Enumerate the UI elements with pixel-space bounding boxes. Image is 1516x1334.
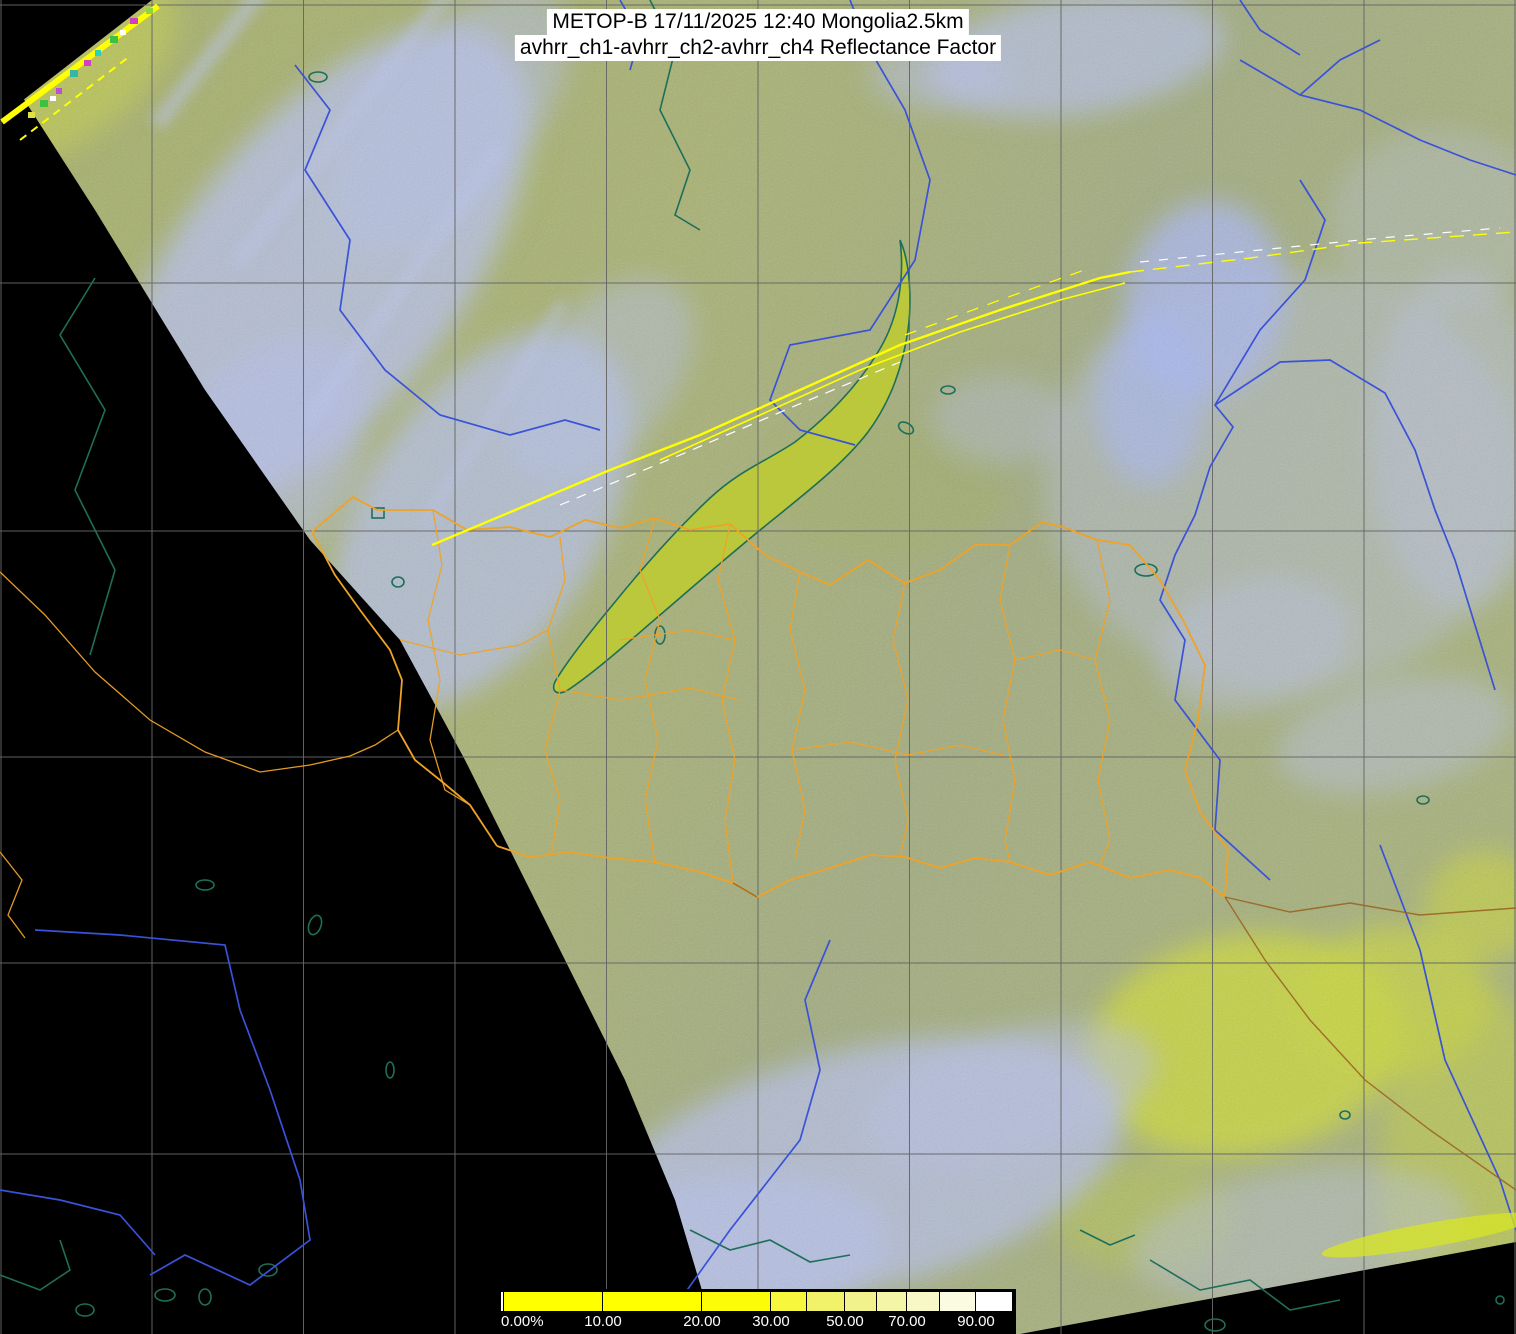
colorbar-tick-label: 20.00: [683, 1313, 721, 1330]
colorbar-tick-labels: 0.00% 10.00 20.00 30.00 50.00 70.00 90.00: [501, 1311, 1013, 1333]
colorbar-segment-20-30: [702, 1292, 771, 1311]
image-title-block: METOP-B 17/11/2025 12:40 Mongolia2.5km a…: [514, 9, 1002, 61]
colorbar-segment-60-70: [877, 1292, 907, 1311]
satellite-map-image: [0, 0, 1516, 1334]
colorbar-tick-label: 50.00: [826, 1313, 864, 1330]
colorbar-segment-80-90: [940, 1292, 976, 1311]
colorbar-segment-40-50: [807, 1292, 845, 1311]
colorbar-legend: 0.00% 10.00 20.00 30.00 50.00 70.00 90.00: [499, 1289, 1016, 1334]
colorbar-segment-70-80: [907, 1292, 940, 1311]
colorbar-segment-10-20: [603, 1292, 702, 1311]
colorbar-tick-label: 90.00: [957, 1313, 995, 1330]
satellite-image-viewport: METOP-B 17/11/2025 12:40 Mongolia2.5km a…: [0, 0, 1516, 1334]
colorbar-tick-label: 70.00: [888, 1313, 926, 1330]
colorbar-tick-label: 30.00: [752, 1313, 790, 1330]
colorbar-segment-50-60: [845, 1292, 877, 1311]
title-line-1: METOP-B 17/11/2025 12:40 Mongolia2.5km: [547, 9, 969, 35]
colorbar-segment-0-10: [504, 1292, 603, 1311]
colorbar-tick-label: 10.00: [584, 1313, 622, 1330]
colorbar-segment-30-40: [771, 1292, 807, 1311]
title-line-2: avhrr_ch1-avhrr_ch2-avhrr_ch4 Reflectanc…: [514, 35, 1002, 61]
colorbar-segment-90-100: [976, 1292, 1013, 1311]
colorbar-track: [501, 1292, 1013, 1311]
colorbar-tick-label: 0.00%: [501, 1313, 544, 1330]
